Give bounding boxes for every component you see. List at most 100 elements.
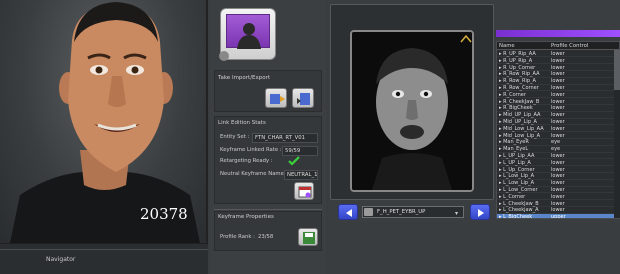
row-profile-control: eye — [551, 146, 561, 153]
table-row[interactable]: ▸ R_Corner lower — [497, 91, 615, 99]
row-name: ▸ R_UP_Rip_AA — [499, 51, 536, 57]
table-row[interactable]: ▸ Man_EyeR eye — [497, 139, 615, 146]
profile-table[interactable]: Name Profile Control ▸ R_UP_Rip_AA lower ▸… — [496, 41, 620, 219]
table-row[interactable]: ▸ L_Cheekjaw_A lower — [497, 207, 615, 214]
row-name: ▸ Mid_Low_Lip_AA — [499, 125, 544, 132]
row-profile-control: lower — [551, 57, 565, 64]
section-divider — [214, 209, 322, 210]
row-profile-control: lower — [551, 180, 565, 187]
table-row[interactable]: ▸ L_UP_Lip_AA lower — [497, 153, 615, 160]
row-name: ▸ L_Low_Lip_A — [499, 180, 534, 187]
keyframe-properties-title: Keyframe Properties — [218, 214, 274, 220]
keyframe-selector[interactable]: F_H_PET_EYBR_UP — [362, 206, 464, 218]
row-profile-control: lower — [551, 159, 565, 166]
table-row[interactable]: ▸ Mid_UP_Lip_A lower — [497, 119, 615, 126]
row-profile-control: lower — [551, 71, 565, 78]
table-row[interactable]: ▸ R_Up_Corner lower — [497, 65, 615, 71]
row-profile-control: lower — [551, 200, 565, 207]
table-row[interactable]: ▸ L_Low_Lip_A lower — [497, 180, 615, 187]
check-icon — [288, 156, 300, 166]
entity-set-field[interactable]: FTN_CHAR_RT_V01 — [252, 133, 318, 143]
table-row[interactable]: ▸ L_Up_Corner lower — [497, 167, 615, 173]
video-settings-icon[interactable] — [460, 34, 472, 44]
row-name: ▸ R_BigCheek — [499, 105, 533, 112]
row-profile-control: lower — [551, 119, 565, 125]
row-name: ▸ L_UP_Lip_A — [499, 159, 531, 166]
row-name: ▸ L_Low_Corner — [499, 187, 538, 193]
row-name: ▸ L_Cheekjaw_A — [499, 207, 539, 214]
chevron-down-icon[interactable]: ▾ — [455, 210, 458, 217]
row-name: ▸ Man_EyeL — [499, 146, 529, 153]
keyframe-linked-rate-field: 59/59 — [282, 146, 318, 156]
link-edition-stats-title: Link Edition Stats — [218, 120, 266, 126]
row-name: ▸ R_CheekJaw_B — [499, 98, 540, 105]
silhouette-icon — [237, 23, 261, 49]
row-name: ▸ Mid_Low_Lip_A — [499, 132, 541, 139]
profile-rank-value: 23/58 — [258, 234, 274, 240]
reference-video — [350, 30, 474, 192]
row-profile-control: lower — [551, 105, 565, 112]
link-icon — [219, 51, 229, 61]
row-name: ▸ R_Row_Rip_AA — [499, 71, 540, 78]
table-row[interactable]: ▸ L_Corner lower — [497, 193, 615, 201]
row-profile-control: upper — [551, 214, 566, 219]
row-profile-control: lower — [551, 51, 565, 57]
table-scrollbar-thumb[interactable] — [614, 50, 620, 90]
row-profile-control: lower — [551, 207, 565, 214]
row-name: ▸ L_UP_Lip_AA — [499, 153, 535, 159]
entity-set-button[interactable] — [219, 8, 276, 61]
row-profile-control: lower — [551, 193, 565, 200]
row-name: ▸ R_Corner — [499, 91, 526, 98]
navigator-panel[interactable]: Navigator — [0, 243, 208, 274]
table-row[interactable]: ▸ R_UP_Rip_A lower — [497, 57, 615, 65]
table-row[interactable]: ▸ R_Row_Rip_A lower — [497, 78, 615, 85]
next-keyframe-button[interactable] — [470, 204, 490, 220]
row-profile-control: lower — [551, 173, 565, 180]
table-row[interactable]: ▸ R_CheekJaw_B lower — [497, 99, 615, 105]
import-icon — [270, 94, 285, 104]
column-header-profile-control[interactable]: Profile Control — [551, 42, 588, 50]
table-row[interactable]: ▸ L_CheekJaw_B lower — [497, 201, 615, 207]
row-name: ▸ Mid_UP_Lip_A — [499, 119, 537, 125]
table-row[interactable]: ▸ L_BigCheek upper — [497, 214, 615, 219]
table-row[interactable]: ▸ R_UP_Rip_AA lower — [497, 51, 615, 58]
row-profile-control: lower — [551, 153, 565, 159]
table-row[interactable]: ▸ Man_EyeL eye — [497, 146, 615, 153]
calendar-icon — [298, 186, 312, 198]
table-row[interactable]: ▸ R_Row_Rip_AA lower — [497, 71, 615, 78]
table-row[interactable]: ▸ R_Row_Corner lower — [497, 85, 615, 92]
row-name: ▸ R_Up_Corner — [499, 64, 536, 71]
row-name: ▸ Mid_UP_Lip_AA — [499, 112, 541, 119]
row-profile-control: lower — [551, 64, 565, 71]
neutral-keyframe-field[interactable]: NEUTRAL_1 — [284, 170, 318, 180]
profile-apply-button[interactable] — [298, 228, 318, 246]
row-name: ▸ R_Row_Rip_A — [499, 78, 536, 85]
table-row[interactable]: ▸ R_BigCheek lower — [497, 105, 615, 112]
3d-viewport[interactable]: 20378 — [0, 0, 208, 243]
row-name: ▸ L_Low_Lip_A — [499, 173, 534, 180]
export-icon — [297, 93, 310, 105]
table-row[interactable]: ▸ Mid_UP_Lip_AA lower — [497, 112, 615, 119]
app-root: 20378 Navigator Take Import/Export Link … — [0, 0, 620, 274]
row-profile-control: lower — [551, 91, 565, 98]
set-neutral-button[interactable] — [294, 182, 314, 200]
frame-number: 20378 — [140, 205, 188, 223]
table-row[interactable]: ▸ Mid_Low_Lip_AA lower — [497, 125, 615, 133]
row-name: ▸ L_BigCheek — [499, 214, 533, 219]
export-take-button[interactable] — [292, 88, 314, 108]
table-row[interactable]: ▸ L_Low_Corner lower — [497, 187, 615, 194]
profile-rank-label: Profile Rank : — [220, 234, 255, 240]
bottom-panel — [328, 222, 620, 274]
row-profile-control: lower — [551, 132, 565, 139]
previous-keyframe-button[interactable] — [338, 204, 358, 220]
column-header-name[interactable]: Name — [499, 42, 515, 50]
table-row[interactable]: ▸ L_UP_Lip_A lower — [497, 159, 615, 167]
navigator-timeline[interactable] — [0, 249, 208, 250]
table-row[interactable]: ▸ L_Low_Lip_A lower — [497, 173, 615, 180]
row-name: ▸ R_Row_Corner — [499, 85, 539, 91]
row-name: ▸ Man_EyeR — [499, 139, 529, 146]
table-row[interactable]: ▸ Mid_Low_Lip_A lower — [497, 133, 615, 139]
arrow-left-icon — [346, 209, 352, 217]
row-name: ▸ L_Up_Corner — [499, 166, 535, 173]
import-take-button[interactable] — [265, 88, 287, 108]
